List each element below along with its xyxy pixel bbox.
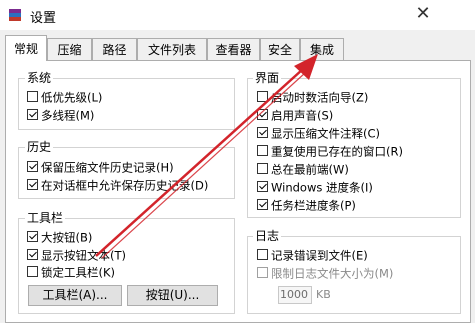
tab-compression[interactable]: 压缩	[47, 38, 92, 60]
close-button[interactable]: ✕	[408, 3, 438, 25]
tab-label: 常规	[13, 42, 38, 56]
limit-log-size-checkbox[interactable]: 限制日志文件大小为(M)	[257, 265, 393, 283]
checkbox-label: 多线程(M)	[41, 108, 95, 123]
checkbox-label: 启用声音(S)	[271, 108, 334, 123]
tab-label: 压缩	[57, 43, 82, 57]
reuse-window-checkbox[interactable]: 重复使用已存在的窗口(R)	[257, 143, 403, 161]
checkbox-label: 显示按钮文本(T)	[41, 248, 126, 263]
show-archive-comment-checkbox[interactable]: 显示压缩文件注释(C)	[257, 125, 380, 143]
checkbox-box[interactable]	[27, 266, 38, 277]
checkbox-label: 保留压缩文件历史记录(H)	[41, 160, 174, 175]
checkbox-box[interactable]	[257, 163, 268, 174]
tab-integration[interactable]: 集成	[300, 38, 344, 60]
toolbar-group-title: 工具栏	[25, 211, 66, 225]
title-bar	[0, 0, 475, 30]
taskbar-progress-checkbox[interactable]: 任务栏进度条(P)	[257, 197, 356, 215]
large-buttons-checkbox[interactable]: 大按钮(B)	[27, 229, 92, 247]
lock-toolbar-checkbox[interactable]: 锁定工具栏(K)	[27, 264, 115, 282]
checkbox-label: 在对话框中允许保存历史记录(D)	[41, 178, 209, 193]
dialog-history-checkbox[interactable]: 在对话框中允许保存历史记录(D)	[27, 177, 208, 195]
tab-viewer[interactable]: 查看器	[207, 38, 260, 60]
checkbox-label: 任务栏进度条(P)	[271, 198, 356, 213]
checkbox-box[interactable]	[27, 231, 38, 242]
checkbox-label: 重复使用已存在的窗口(R)	[271, 144, 403, 159]
checkbox-label: 限制日志文件大小为(M)	[271, 266, 394, 281]
history-group-title: 历史	[25, 140, 54, 154]
show-button-text-checkbox[interactable]: 显示按钮文本(T)	[27, 247, 126, 265]
checkbox-box[interactable]	[257, 267, 268, 278]
checkbox-label: 显示压缩文件注释(C)	[271, 126, 381, 141]
tab-general[interactable]: 常规	[5, 35, 47, 61]
startup-wizard-checkbox[interactable]: 启动时数活向导(Z)	[257, 89, 368, 107]
checkbox-box[interactable]	[257, 249, 268, 260]
tab-path[interactable]: 路径	[92, 38, 137, 60]
toolbar-settings-button[interactable]: 工具栏(A)...	[28, 285, 122, 306]
checkbox-box[interactable]	[27, 161, 38, 172]
tab-label: 集成	[309, 43, 334, 57]
log-group-title: 日志	[253, 229, 282, 243]
keep-archive-history-checkbox[interactable]: 保留压缩文件历史记录(H)	[27, 159, 174, 177]
checkbox-box[interactable]	[257, 109, 268, 120]
checkbox-box[interactable]	[27, 249, 38, 260]
checkbox-label: 记录错误到文件(E)	[271, 248, 368, 263]
checkbox-box[interactable]	[27, 109, 38, 120]
windows-progress-checkbox[interactable]: Windows 进度条(I)	[257, 179, 373, 197]
window-title: 设置	[30, 11, 57, 26]
checkbox-box[interactable]	[257, 127, 268, 138]
checkbox-box[interactable]	[27, 179, 38, 190]
log-size-unit: KB	[316, 288, 331, 301]
winrar-app-icon	[9, 9, 21, 21]
checkbox-label: Windows 进度条(I)	[271, 180, 373, 195]
tab-security[interactable]: 安全	[260, 38, 300, 60]
checkbox-box[interactable]	[257, 181, 268, 192]
interface-group-title: 界面	[253, 71, 282, 85]
buttons-settings-button[interactable]: 按钮(U)...	[127, 285, 218, 306]
close-icon: ✕	[415, 3, 431, 24]
multithreading-checkbox[interactable]: 多线程(M)	[27, 107, 94, 125]
always-on-top-checkbox[interactable]: 总在最前端(W)	[257, 161, 349, 179]
checkbox-label: 锁定工具栏(K)	[41, 265, 116, 280]
tab-file-list[interactable]: 文件列表	[137, 38, 207, 60]
tab-label: 路径	[102, 43, 127, 57]
checkbox-label: 大按钮(B)	[41, 230, 93, 245]
system-group-title: 系统	[25, 71, 54, 85]
checkbox-label: 启动时数活向导(Z)	[271, 90, 369, 105]
checkbox-label: 总在最前端(W)	[271, 162, 349, 177]
checkbox-box[interactable]	[257, 199, 268, 210]
tab-label: 查看器	[215, 43, 252, 57]
checkbox-box[interactable]	[257, 145, 268, 156]
log-errors-checkbox[interactable]: 记录错误到文件(E)	[257, 247, 368, 265]
checkbox-label: 低优先级(L)	[41, 90, 103, 105]
checkbox-box[interactable]	[27, 91, 38, 102]
checkbox-box[interactable]	[257, 91, 268, 102]
tab-label: 安全	[267, 43, 292, 57]
log-size-input[interactable]: 1000	[278, 286, 312, 304]
enable-sound-checkbox[interactable]: 启用声音(S)	[257, 107, 333, 125]
tab-label: 文件列表	[147, 43, 196, 57]
low-priority-checkbox[interactable]: 低优先级(L)	[27, 89, 102, 107]
